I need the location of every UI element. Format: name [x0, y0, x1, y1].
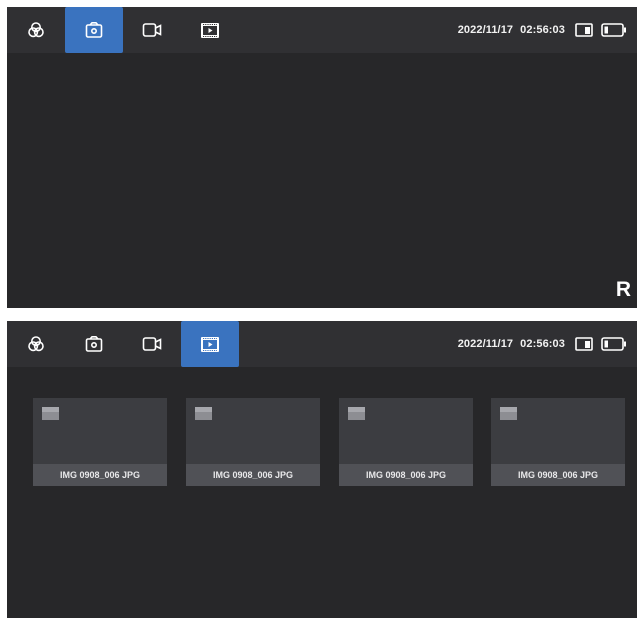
camera-screen-photo: 2022/11/17 02:56:03 R [7, 7, 637, 308]
tab-filter[interactable] [7, 7, 65, 53]
time-label: 02:56:03 [520, 24, 565, 36]
photo-camera-icon [85, 336, 103, 352]
time-label: 02:56:03 [520, 338, 565, 350]
image-placeholder-icon [195, 407, 212, 420]
status-area: 2022/11/17 02:56:03 [458, 7, 627, 53]
file-thumbnail[interactable]: IMG 0908_006 JPG [339, 398, 473, 486]
file-thumbnail[interactable]: IMG 0908_006 JPG [33, 398, 167, 486]
file-name: IMG 0908_006 JPG [33, 464, 167, 486]
image-placeholder-icon [500, 407, 517, 420]
tab-photo[interactable] [65, 321, 123, 367]
playback-icon [201, 22, 219, 38]
date-label: 2022/11/17 [457, 24, 514, 36]
tab-photo[interactable] [65, 7, 123, 53]
status-area: 2022/11/17 02:56:03 [458, 321, 627, 367]
playback-icon [201, 336, 219, 352]
battery-icon [601, 337, 626, 351]
image-placeholder-icon [42, 407, 59, 420]
camera-screen-playback: 2022/11/17 02:56:03 IMG 0908_006 JPG IMG… [7, 321, 637, 618]
tab-filter[interactable] [7, 321, 65, 367]
file-name: IMG 0908_006 JPG [491, 464, 625, 486]
video-camera-icon [142, 23, 162, 37]
date-label: 2022/11/17 [457, 338, 514, 350]
top-bar: 2022/11/17 02:56:03 [7, 7, 637, 53]
file-name: IMG 0908_006 JPG [186, 464, 320, 486]
shooting-mode-indicator: R [615, 278, 631, 301]
file-thumbnail[interactable]: IMG 0908_006 JPG [186, 398, 320, 486]
sd-card-icon [575, 23, 593, 37]
video-camera-icon [142, 337, 162, 351]
file-thumbnail[interactable]: IMG 0908_006 JPG [491, 398, 625, 486]
tab-playback[interactable] [181, 321, 239, 367]
sd-card-icon [575, 337, 593, 351]
file-name: IMG 0908_006 JPG [339, 464, 473, 486]
filter-icon [28, 336, 44, 352]
top-bar: 2022/11/17 02:56:03 [7, 321, 637, 367]
tab-video[interactable] [123, 321, 181, 367]
tab-playback[interactable] [181, 7, 239, 53]
tab-video[interactable] [123, 7, 181, 53]
filter-icon [28, 22, 44, 38]
photo-camera-icon [85, 22, 103, 38]
battery-icon [601, 23, 626, 37]
image-placeholder-icon [348, 407, 365, 420]
